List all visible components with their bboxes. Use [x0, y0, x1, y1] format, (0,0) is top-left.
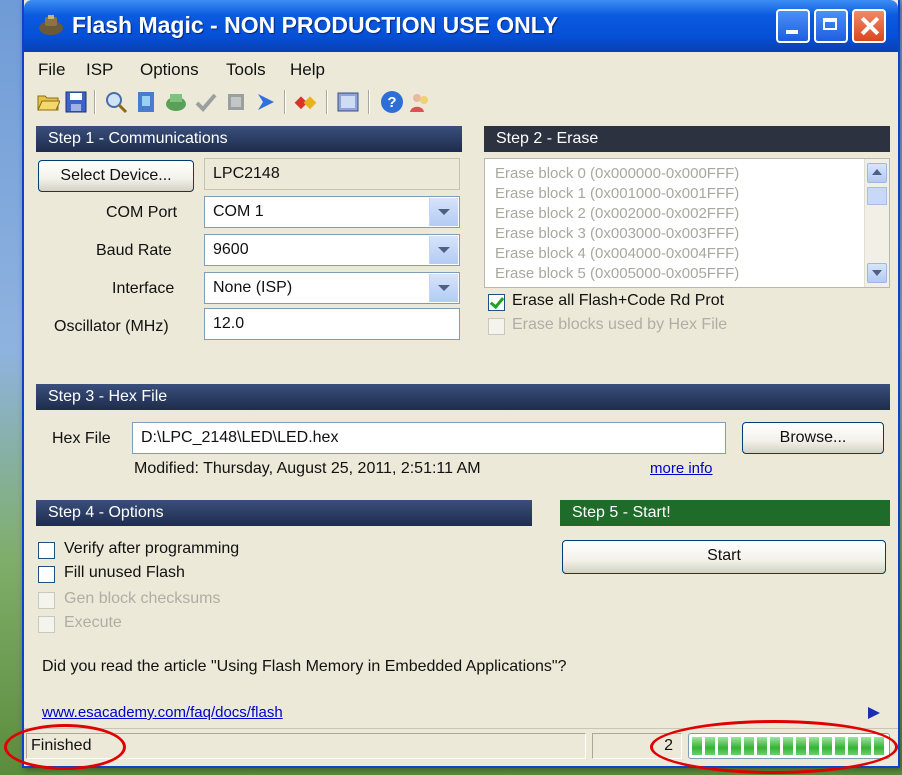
annotation-ellipse-progress — [650, 720, 898, 774]
toolbar-separator — [368, 90, 370, 114]
step2-header: Step 2 - Erase — [484, 126, 890, 152]
list-item[interactable]: Erase block 1 (0x001000-0x001FFF) — [495, 185, 739, 202]
minimize-button[interactable] — [776, 9, 810, 43]
toolbar-separator — [284, 90, 286, 114]
verify-label: Verify after programming — [64, 540, 240, 557]
article-link[interactable]: www.esacademy.com/faq/docs/flash — [42, 704, 283, 721]
interface-select[interactable]: None (ISP) — [204, 272, 460, 304]
step3-header: Step 3 - Hex File — [36, 384, 890, 410]
erase-all-label: Erase all Flash+Code Rd Prot — [512, 292, 725, 309]
scroll-down-icon[interactable] — [867, 263, 887, 283]
com-port-select[interactable]: COM 1 — [204, 196, 460, 228]
more-info-link[interactable]: more info — [650, 460, 713, 477]
menu-options[interactable]: Options — [140, 60, 199, 80]
close-button[interactable] — [852, 9, 886, 43]
chevron-down-icon[interactable] — [429, 274, 458, 302]
arrow-right-icon[interactable] — [866, 706, 882, 720]
erase-icon[interactable] — [224, 90, 248, 114]
menu-isp[interactable]: ISP — [86, 60, 113, 80]
chevron-down-icon[interactable] — [429, 236, 458, 264]
start-button[interactable]: Start — [562, 540, 886, 574]
com-port-value: COM 1 — [213, 203, 264, 220]
list-item[interactable]: Erase block 3 (0x003000-0x003FFF) — [495, 225, 739, 242]
baud-rate-value: 9600 — [213, 241, 249, 258]
gen-checksums-label: Gen block checksums — [64, 590, 221, 607]
terminal-icon[interactable] — [336, 90, 360, 114]
oscillator-label: Oscillator (MHz) — [54, 318, 169, 335]
fill-unused-label: Fill unused Flash — [64, 564, 185, 581]
list-item[interactable]: Erase block 0 (0x000000-0x000FFF) — [495, 165, 739, 182]
flash-magic-window: Flash Magic - NON PRODUCTION USE ONLY Fi… — [22, 0, 900, 768]
oscillator-input[interactable]: 12.0 — [204, 308, 460, 340]
menu-help[interactable]: Help — [290, 60, 325, 80]
users-icon[interactable] — [408, 90, 432, 114]
fill-unused-checkbox[interactable] — [38, 566, 55, 583]
baud-rate-select[interactable]: 9600 — [204, 234, 460, 266]
toolbar-separator — [94, 90, 96, 114]
annotation-ellipse-status — [4, 724, 126, 770]
program-icon[interactable] — [164, 90, 188, 114]
title-bar[interactable]: Flash Magic - NON PRODUCTION USE ONLY — [24, 0, 898, 52]
com-port-label: COM Port — [106, 204, 178, 221]
browse-button[interactable]: Browse... — [742, 422, 884, 454]
erase-list-scrollbar[interactable] — [864, 159, 889, 287]
baud-rate-label: Baud Rate — [96, 242, 172, 259]
hex-file-label: Hex File — [52, 430, 111, 447]
toolbar: ? — [36, 88, 898, 118]
window-title: Flash Magic - NON PRODUCTION USE ONLY — [72, 12, 559, 38]
search-icon[interactable] — [104, 90, 128, 114]
execute-checkbox[interactable] — [38, 616, 55, 633]
chip-icon[interactable] — [294, 90, 318, 114]
svg-text:?: ? — [387, 94, 396, 111]
scroll-thumb[interactable] — [867, 187, 887, 205]
go-icon[interactable] — [254, 90, 278, 114]
toolbar-separator — [326, 90, 328, 114]
select-device-button[interactable]: Select Device... — [38, 160, 194, 192]
execute-label: Execute — [64, 614, 122, 631]
flash-magic-app-icon — [39, 15, 63, 35]
erase-used-checkbox[interactable] — [488, 318, 505, 335]
list-item[interactable]: Erase block 2 (0x002000-0x002FFF) — [495, 205, 739, 222]
menu-tools[interactable]: Tools — [226, 60, 266, 80]
erase-used-label: Erase blocks used by Hex File — [512, 316, 728, 333]
step1-header: Step 1 - Communications — [36, 126, 462, 152]
step4-header: Step 4 - Options — [36, 500, 532, 526]
help-icon[interactable]: ? — [380, 90, 404, 114]
chevron-down-icon[interactable] — [429, 198, 458, 226]
verify-icon[interactable] — [194, 90, 218, 114]
device-field: LPC2148 — [204, 158, 460, 190]
list-item[interactable]: Erase block 5 (0x005000-0x005FFF) — [495, 265, 739, 282]
maximize-button[interactable] — [814, 9, 848, 43]
interface-label: Interface — [112, 280, 175, 297]
interface-value: None (ISP) — [213, 279, 293, 296]
gen-checksums-checkbox[interactable] — [38, 592, 55, 609]
hex-file-input[interactable]: D:\LPC_2148\LED\LED.hex — [132, 422, 726, 454]
open-icon[interactable] — [36, 90, 60, 114]
menu-bar: File ISP Options Tools Help — [24, 56, 898, 82]
erase-block-list[interactable]: Erase block 0 (0x000000-0x000FFF) Erase … — [484, 158, 890, 288]
erase-all-checkbox[interactable] — [488, 294, 505, 311]
save-icon[interactable] — [64, 90, 88, 114]
list-item[interactable]: Erase block 4 (0x004000-0x004FFF) — [495, 245, 739, 262]
modified-text: Modified: Thursday, August 25, 2011, 2:5… — [134, 460, 481, 477]
verify-checkbox[interactable] — [38, 542, 55, 559]
step5-header: Step 5 - Start! — [560, 500, 890, 526]
menu-file[interactable]: File — [38, 60, 65, 80]
scroll-up-icon[interactable] — [867, 163, 887, 183]
article-text: Did you read the article "Using Flash Me… — [42, 658, 567, 675]
blank-check-icon[interactable] — [134, 90, 158, 114]
